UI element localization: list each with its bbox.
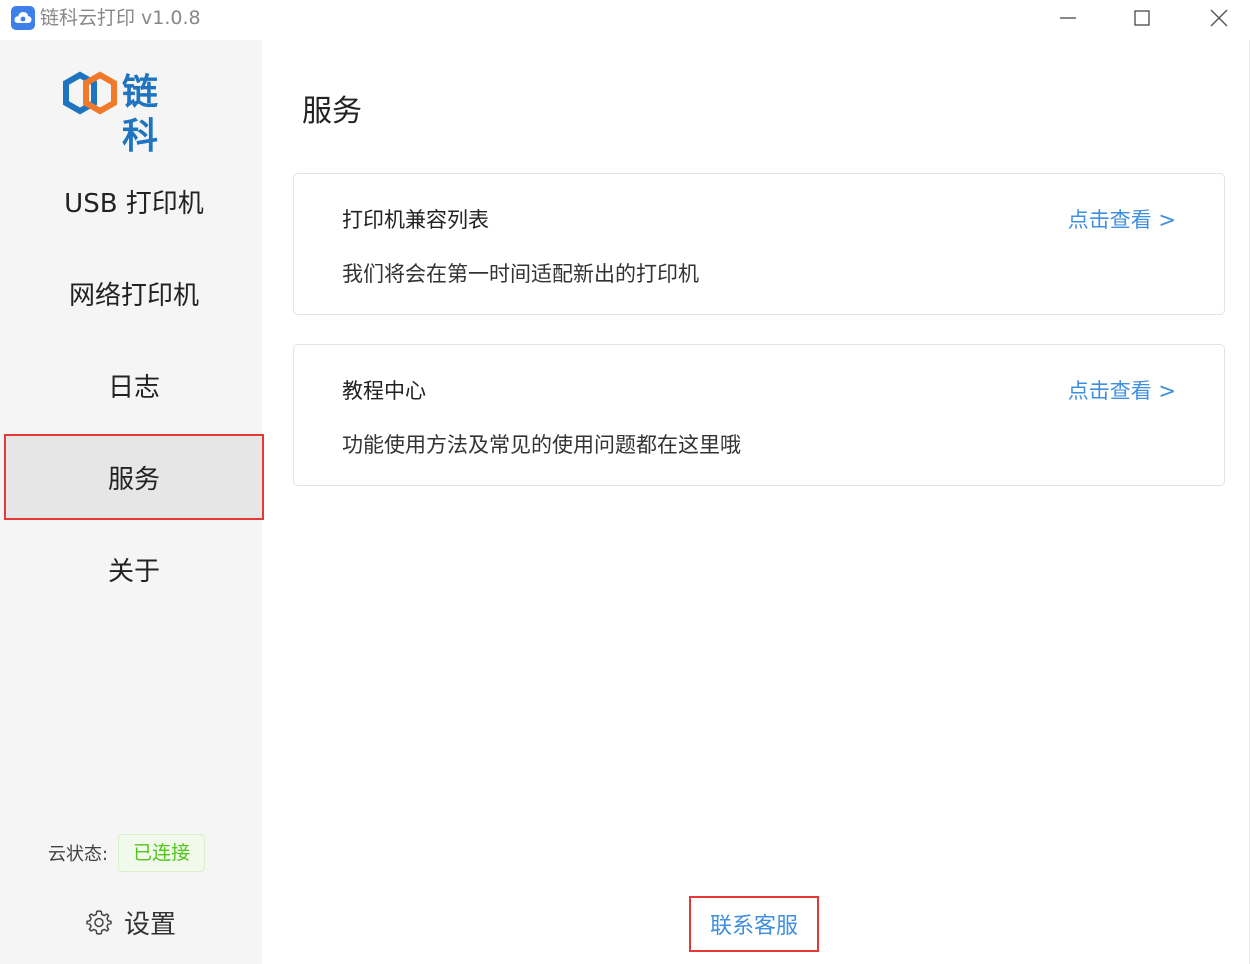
card-title: 教程中心 — [342, 379, 426, 403]
gear-icon — [86, 910, 112, 935]
maximize-button[interactable] — [1128, 6, 1158, 30]
cloud-status: 云状态: 已连接 — [48, 833, 206, 873]
settings-button[interactable]: 设置 — [86, 904, 176, 940]
page-title: 服务 — [302, 94, 362, 129]
card-title: 打印机兼容列表 — [342, 208, 489, 232]
hexagon-logo-icon — [63, 71, 117, 115]
minimize-button[interactable] — [1054, 6, 1084, 30]
logo-text: 链科 — [122, 72, 161, 157]
window-title: 链科云打印 v1.0.8 — [40, 7, 201, 29]
sidebar: 链科 USB 打印机 网络打印机 日志 服务 关于 云状态: 已连接 设置 — [0, 40, 264, 964]
sidebar-item-usb-printer[interactable]: USB 打印机 — [4, 158, 264, 244]
title-bar: 链科云打印 v1.0.8 — [0, 0, 1250, 40]
card-printer-compat: 打印机兼容列表 点击查看 > 我们将会在第一时间适配新出的打印机 — [293, 173, 1225, 315]
card-tutorial-center: 教程中心 点击查看 > 功能使用方法及常见的使用问题都在这里哦 — [293, 344, 1225, 486]
card-description: 功能使用方法及常见的使用问题都在这里哦 — [342, 433, 741, 457]
cloud-status-badge: 已连接 — [118, 834, 206, 872]
sidebar-item-about[interactable]: 关于 — [4, 526, 264, 612]
card-description: 我们将会在第一时间适配新出的打印机 — [342, 262, 699, 286]
contact-support-link[interactable]: 联系客服 — [689, 896, 819, 952]
sidebar-item-log[interactable]: 日志 — [4, 342, 264, 428]
cloud-print-app-icon — [11, 6, 35, 30]
sidebar-item-service[interactable]: 服务 — [4, 434, 264, 520]
sidebar-item-network-printer[interactable]: 网络打印机 — [4, 250, 264, 336]
close-button[interactable] — [1203, 6, 1233, 30]
settings-label: 设置 — [124, 909, 177, 940]
view-link[interactable]: 点击查看 > — [1068, 204, 1176, 234]
cloud-status-label: 云状态: — [48, 844, 109, 865]
view-link[interactable]: 点击查看 > — [1068, 375, 1176, 405]
